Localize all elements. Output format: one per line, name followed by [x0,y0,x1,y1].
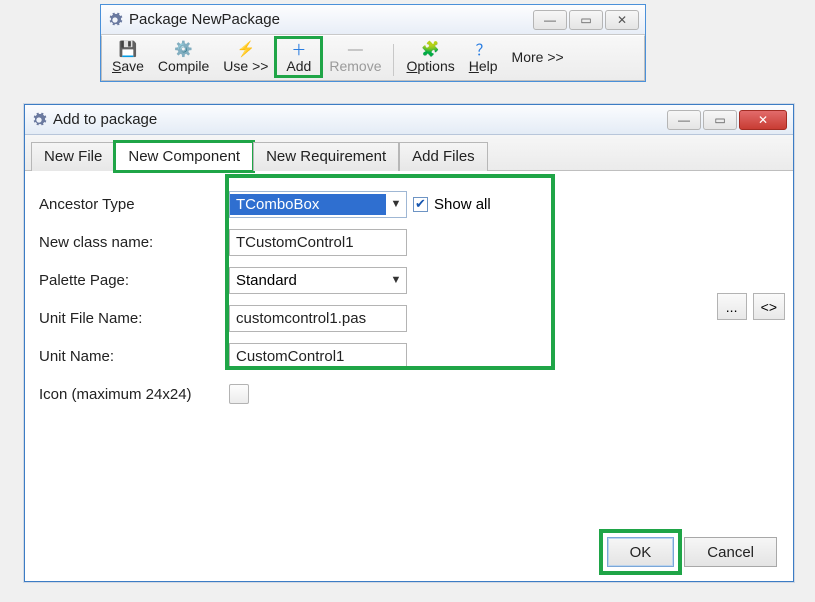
chevron-down-icon: ▼ [386,274,406,286]
package-title: Package NewPackage [129,11,280,28]
dialog-close-button[interactable]: ✕ [739,110,787,130]
unit-file-name-input[interactable] [229,305,407,332]
dialog-tabs: New File New Component New Requirement A… [25,135,793,171]
minimize-button[interactable]: — [533,10,567,30]
remove-button[interactable]: — Remove [323,38,387,76]
expand-button[interactable]: <> [753,293,785,320]
toolbar-divider [393,44,394,76]
tab-new-requirement[interactable]: New Requirement [253,142,399,171]
show-all-checkbox[interactable]: ✔ [413,197,428,212]
cancel-button[interactable]: Cancel [684,537,777,567]
unitname-label: Unit Name: [39,348,229,365]
form-area: Ancestor Type TComboBox ▼ ✔ Show all New… [25,171,793,427]
package-toolbar: 💾 Save ⚙️ Compile ⚡ Use >> ＋ Add — Remov… [101,35,645,81]
maximize-button[interactable]: ▭ [569,10,603,30]
dialog-icon [31,112,47,128]
ancestor-label: Ancestor Type [39,196,229,213]
save-button[interactable]: 💾 Save [106,38,150,76]
tab-new-file[interactable]: New File [31,142,115,171]
class-name-input[interactable] [229,229,407,256]
bolt-icon: ⚡ [223,40,268,58]
package-titlebar: Package NewPackage — ▭ ✕ [101,5,645,35]
ancestor-type-value: TComboBox [230,194,386,215]
compile-button[interactable]: ⚙️ Compile [152,38,215,76]
palette-page-combo[interactable]: Standard ▼ [229,267,407,294]
add-button[interactable]: ＋ Add [276,38,321,76]
classname-label: New class name: [39,234,229,251]
show-all-label: Show all [434,196,491,213]
help-button[interactable]: ？ Help [463,38,504,76]
use-button[interactable]: ⚡ Use >> [217,38,274,76]
icon-label: Icon (maximum 24x24) [39,386,229,403]
icon-picker-button[interactable] [229,384,249,404]
plus-icon: ＋ [286,40,311,58]
minus-icon: — [329,40,381,58]
unit-name-input[interactable] [229,343,407,370]
options-button[interactable]: 🧩 Options [400,38,460,76]
package-window: Package NewPackage — ▭ ✕ 💾 Save ⚙️ Compi… [100,4,646,82]
add-to-package-dialog: Add to package — ▭ ✕ New File New Compon… [24,104,794,582]
package-icon [107,12,123,28]
save-icon: 💾 [112,40,144,58]
close-button[interactable]: ✕ [605,10,639,30]
dialog-title: Add to package [53,111,157,128]
help-icon: ？ [469,40,498,58]
tab-new-component[interactable]: New Component [115,142,253,171]
more-button[interactable]: More >> [506,47,570,67]
dialog-minimize-button[interactable]: — [667,110,701,130]
tab-add-files[interactable]: Add Files [399,142,488,171]
compile-icon: ⚙️ [158,40,209,58]
unitfile-label: Unit File Name: [39,310,229,327]
chevron-down-icon: ▼ [386,198,406,210]
browse-button[interactable]: ... [717,293,747,320]
ancestor-type-combo[interactable]: TComboBox ▼ [229,191,407,218]
ok-button[interactable]: OK [607,537,675,567]
dialog-titlebar: Add to package — ▭ ✕ [25,105,793,135]
palette-page-value: Standard [230,270,386,291]
palette-label: Palette Page: [39,272,229,289]
options-icon: 🧩 [406,40,454,58]
dialog-maximize-button[interactable]: ▭ [703,110,737,130]
